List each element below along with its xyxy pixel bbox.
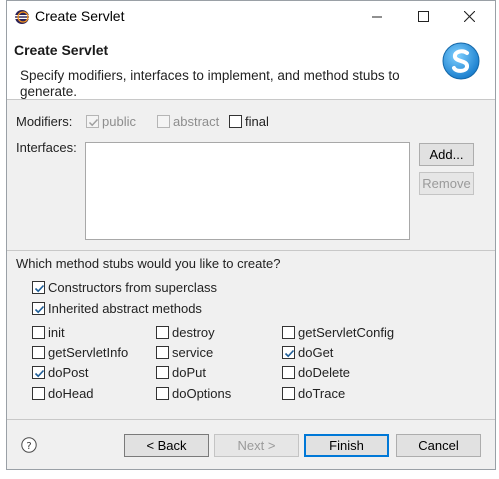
- maximize-button[interactable]: [400, 1, 446, 32]
- dodelete-label: doDelete: [298, 365, 351, 380]
- servlet-logo-icon: [441, 41, 481, 81]
- finish-button[interactable]: Finish: [304, 434, 389, 457]
- window-title: Create Servlet: [35, 8, 125, 24]
- method-stubs-question: Which method stubs would you like to cre…: [16, 256, 281, 271]
- inherited-checkbox[interactable]: [32, 302, 45, 315]
- getservletconfig-label: getServletConfig: [298, 325, 395, 340]
- eclipse-icon: [14, 9, 30, 25]
- inherited-label: Inherited abstract methods: [48, 301, 202, 316]
- dohead-label: doHead: [48, 386, 94, 401]
- minimize-icon: [372, 16, 382, 17]
- check-icon: [284, 349, 295, 358]
- title-bar: Create Servlet: [7, 1, 495, 32]
- minimize-button[interactable]: [354, 1, 400, 32]
- svg-text:?: ?: [26, 441, 31, 452]
- next-button[interactable]: Next >: [214, 434, 299, 457]
- getservletinfo-checkbox[interactable]: [32, 346, 45, 359]
- maximize-icon: [417, 11, 429, 22]
- cancel-button[interactable]: Cancel: [396, 434, 481, 457]
- close-button[interactable]: [446, 1, 492, 32]
- back-button[interactable]: < Back: [124, 434, 209, 457]
- constructors-checkbox[interactable]: [32, 281, 45, 294]
- help-icon[interactable]: ?: [21, 437, 37, 453]
- dooptions-checkbox[interactable]: [156, 387, 169, 400]
- service-checkbox[interactable]: [156, 346, 169, 359]
- separator: [7, 250, 495, 251]
- dohead-checkbox[interactable]: [32, 387, 45, 400]
- public-checkbox[interactable]: [86, 115, 99, 128]
- doget-checkbox[interactable]: [282, 346, 295, 359]
- check-icon: [34, 369, 45, 378]
- interfaces-label: Interfaces:: [16, 140, 77, 155]
- dotrace-label: doTrace: [298, 386, 346, 401]
- check-icon: [34, 305, 45, 314]
- interfaces-list[interactable]: [85, 142, 410, 240]
- dialog-window: Create Servlet Create Servlet Specify mo…: [6, 0, 496, 470]
- dodelete-checkbox[interactable]: [282, 366, 295, 379]
- add-button[interactable]: Add...: [419, 143, 474, 166]
- modifiers-label: Modifiers:: [16, 114, 73, 129]
- getservletinfo-label: getServletInfo: [48, 345, 129, 360]
- page-title: Create Servlet: [14, 42, 109, 58]
- dopost-checkbox[interactable]: [32, 366, 45, 379]
- wizard-header: Create Servlet Specify modifiers, interf…: [7, 32, 495, 100]
- footer-separator: [7, 419, 495, 420]
- abstract-checkbox[interactable]: [157, 115, 170, 128]
- doget-label: doGet: [298, 345, 334, 360]
- getservletconfig-checkbox[interactable]: [282, 326, 295, 339]
- destroy-label: destroy: [172, 325, 215, 340]
- dotrace-checkbox[interactable]: [282, 387, 295, 400]
- public-label: public: [102, 114, 136, 129]
- destroy-checkbox[interactable]: [156, 326, 169, 339]
- doput-checkbox[interactable]: [156, 366, 169, 379]
- init-label: init: [48, 325, 65, 340]
- service-label: service: [172, 345, 214, 360]
- final-label: final: [245, 114, 269, 129]
- doput-label: doPut: [172, 365, 206, 380]
- check-icon: [34, 284, 45, 293]
- final-checkbox[interactable]: [229, 115, 242, 128]
- dooptions-label: doOptions: [172, 386, 232, 401]
- check-icon: [88, 118, 99, 127]
- page-description: Specify modifiers, interfaces to impleme…: [20, 68, 400, 99]
- abstract-label: abstract: [173, 114, 220, 129]
- constructors-label: Constructors from superclass: [48, 280, 218, 295]
- dopost-label: doPost: [48, 365, 89, 380]
- remove-button[interactable]: Remove: [419, 172, 474, 195]
- init-checkbox[interactable]: [32, 326, 45, 339]
- close-icon: [463, 11, 475, 22]
